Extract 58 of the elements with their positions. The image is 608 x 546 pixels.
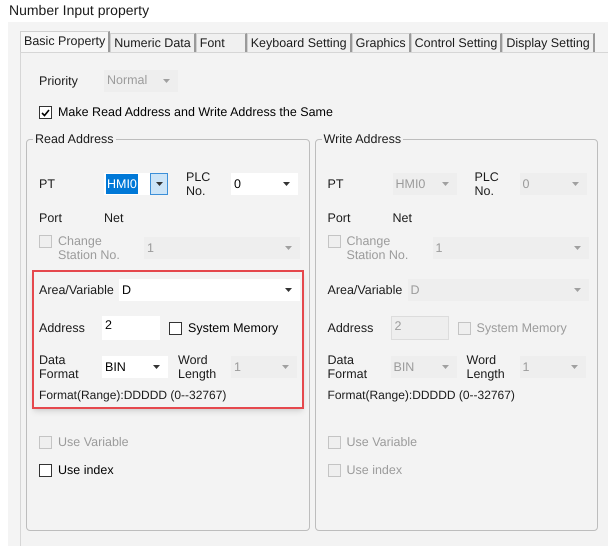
- caret-icon: [285, 288, 292, 292]
- checkbox-label: Change Station No.: [58, 234, 121, 262]
- tab[interactable]: Control Setting: [410, 33, 502, 52]
- address-field[interactable]: 2: [102, 316, 160, 340]
- caret-icon: [574, 288, 580, 292]
- format-range-text: Format(Range):DDDDD (0--32767): [39, 387, 228, 404]
- checkbox[interactable]: [39, 106, 52, 119]
- dropdown[interactable]: HMI0: [104, 173, 168, 195]
- checkbox-label: Use Variable: [58, 435, 129, 449]
- field-label: Word Length: [466, 353, 506, 381]
- checkmark-icon: [41, 108, 50, 116]
- window-title: Number Input property: [8, 1, 150, 20]
- dropdown[interactable]: D: [119, 279, 300, 301]
- checkbox-label: Use index: [58, 463, 114, 477]
- tab[interactable]: Keyboard Setting: [246, 33, 352, 52]
- field-label: PLC No.: [474, 170, 500, 198]
- port-value: Net: [104, 210, 124, 227]
- caret-icon: [572, 182, 578, 186]
- format-range-text: Format(Range):DDDDD (0--32767): [328, 387, 516, 404]
- tab[interactable]: Graphics: [352, 33, 411, 52]
- checkbox[interactable]: [39, 464, 52, 477]
- field-label: Port: [39, 211, 63, 225]
- caret-icon: [570, 365, 578, 369]
- caret-icon: [153, 365, 160, 369]
- field-label: Address: [39, 321, 86, 335]
- port-value: Net: [392, 210, 412, 227]
- dropdown[interactable]: BIN: [102, 356, 168, 378]
- dropdown[interactable]: 0: [231, 173, 298, 195]
- field-label: Area/Variable: [39, 283, 115, 297]
- tab[interactable]: Numeric Data: [110, 33, 196, 52]
- field-label: PLC No.: [186, 170, 212, 198]
- field-label: Port: [328, 211, 352, 225]
- tab[interactable]: Basic Property: [20, 31, 110, 52]
- tab[interactable]: Display Setting: [502, 33, 595, 52]
- checkbox-label: Make Read Address and Write Address the Same: [58, 105, 333, 119]
- field-label: Word Length: [178, 353, 218, 381]
- field-label: Priority: [39, 74, 79, 88]
- checkbox-label: System Memory: [476, 321, 567, 335]
- caret-icon: [442, 182, 448, 186]
- caret-icon: [283, 182, 290, 186]
- field-label: Data Format: [39, 353, 80, 381]
- checkbox[interactable]: [169, 322, 182, 335]
- checkbox-label: System Memory: [188, 321, 278, 335]
- caret-icon: [442, 365, 448, 369]
- caret-icon: [156, 182, 162, 186]
- checkbox-label: Use index: [346, 463, 402, 477]
- caret-icon: [285, 246, 292, 250]
- tab[interactable]: Font: [196, 33, 247, 52]
- caret-icon: [574, 246, 580, 250]
- caret-icon: [163, 78, 170, 82]
- checkbox-label: Use Variable: [346, 435, 418, 449]
- field-label: PT: [328, 177, 344, 191]
- field-label: Address: [328, 321, 374, 335]
- field-label: Data Format: [328, 353, 368, 381]
- caret-icon: [282, 365, 289, 369]
- field-label: PT: [39, 177, 56, 191]
- checkbox-label: Change Station No.: [346, 234, 410, 262]
- field-label: Area/Variable: [328, 283, 404, 297]
